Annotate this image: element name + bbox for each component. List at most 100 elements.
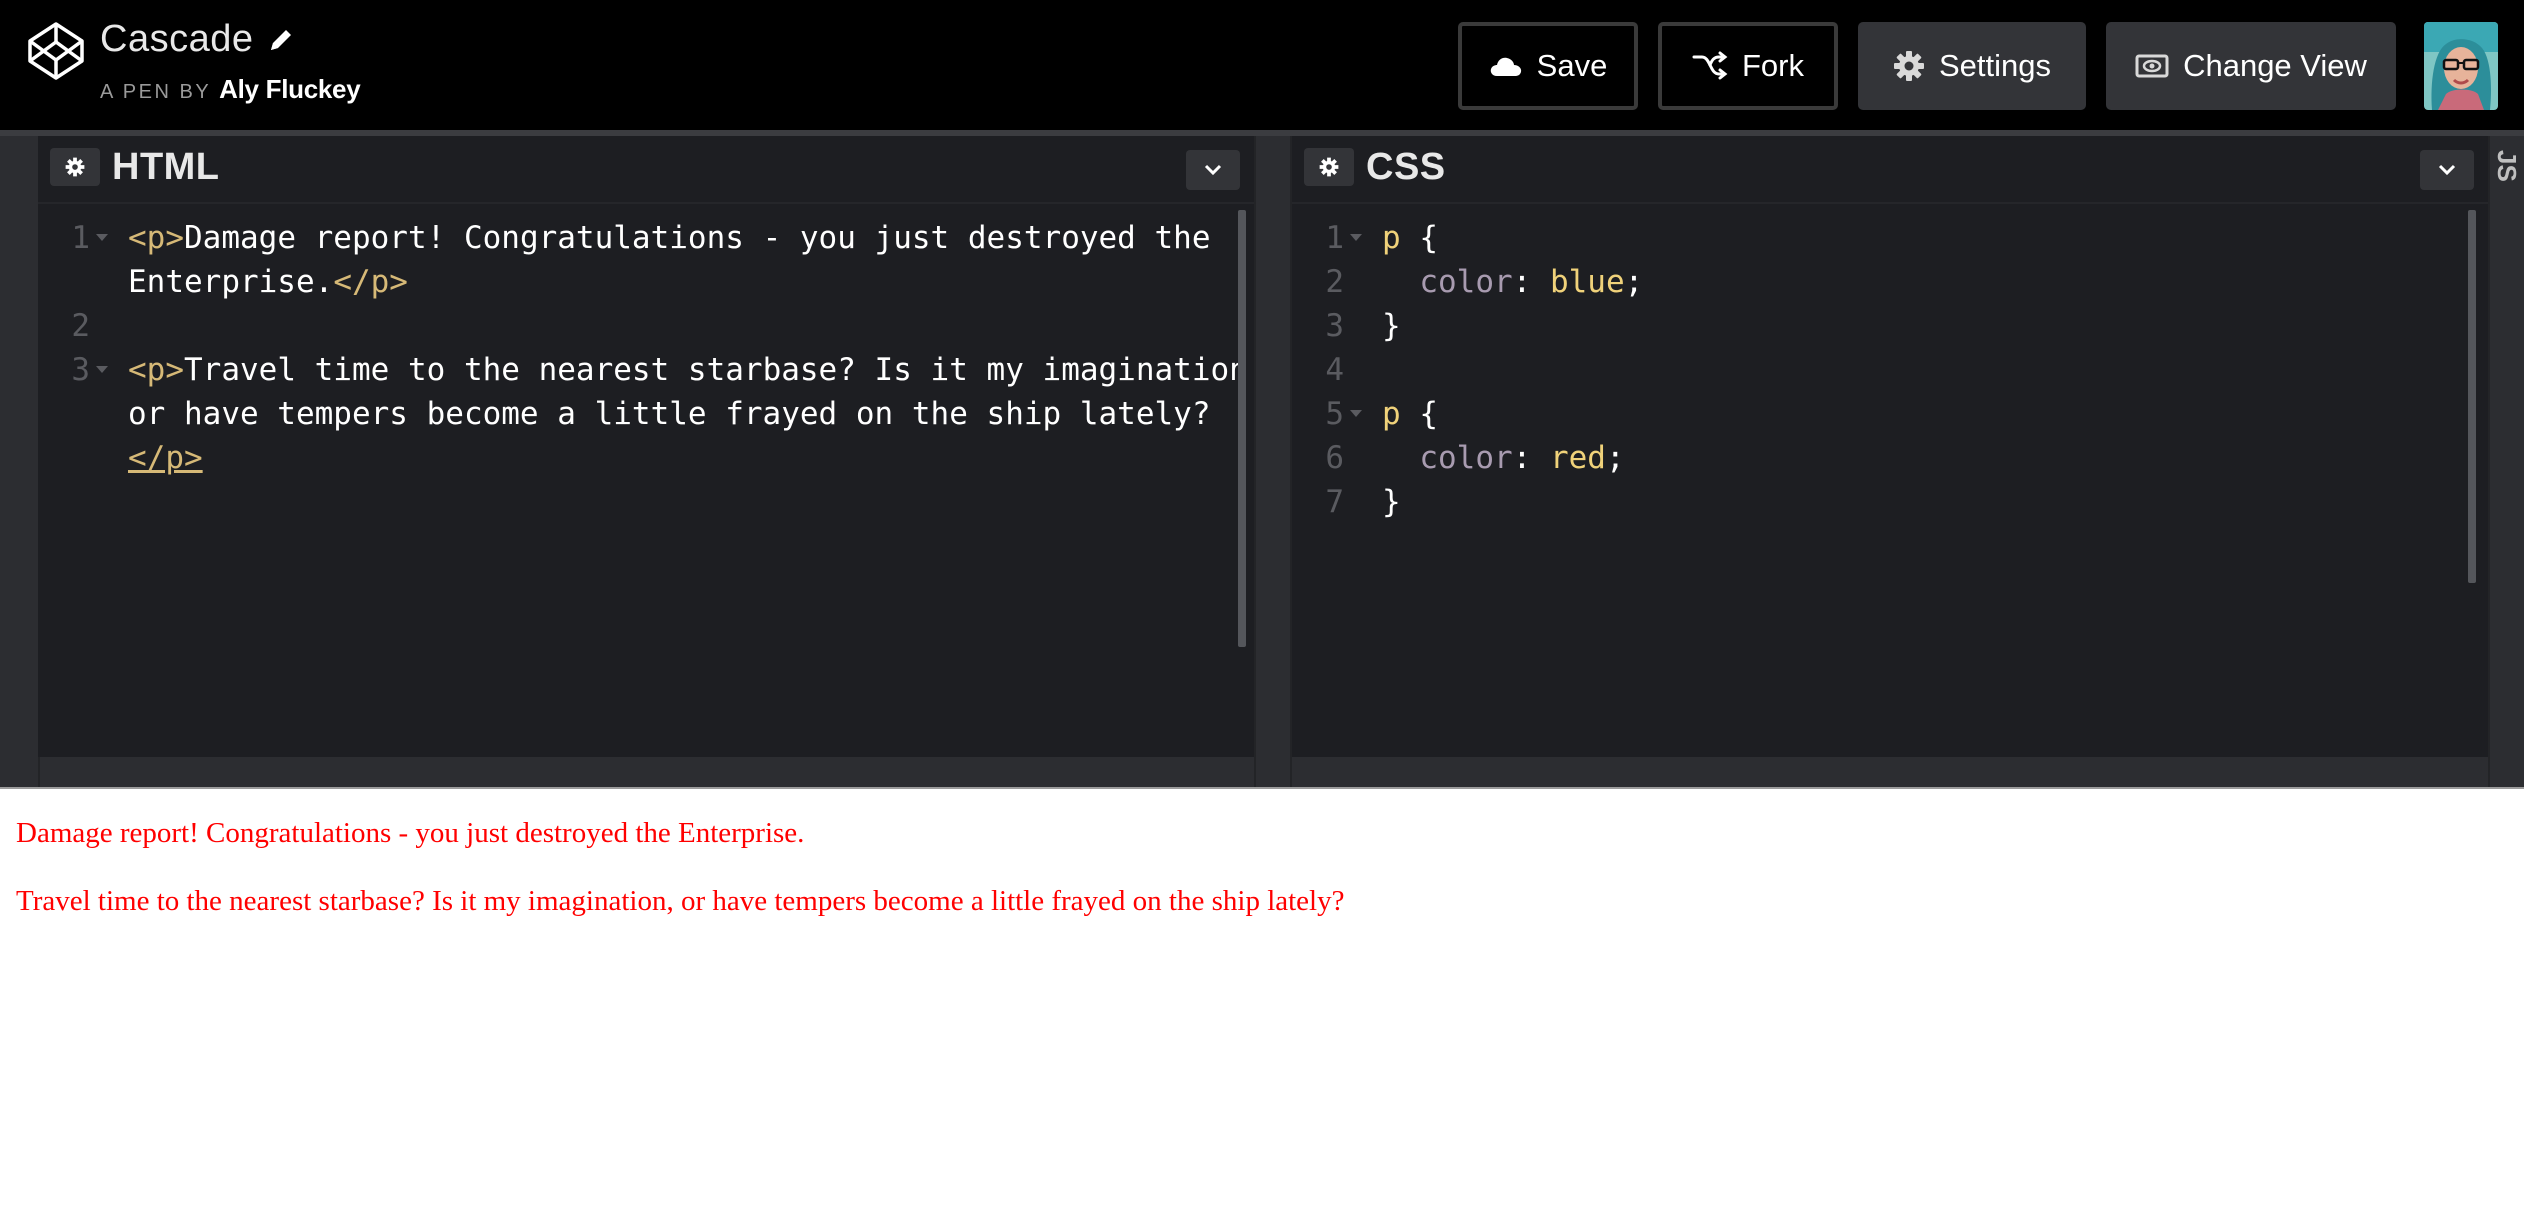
fork-icon xyxy=(1692,51,1728,80)
css-code-line: 5 p { xyxy=(1292,392,2488,436)
fold-arrow-icon[interactable] xyxy=(1350,234,1362,241)
css-scrollbar[interactable] xyxy=(2468,210,2476,583)
css-settings-button[interactable] xyxy=(1304,148,1354,186)
code-token: } xyxy=(1382,484,1401,520)
gear-icon xyxy=(1893,51,1924,81)
css-editor-pane: CSS 1p {2 color: blue; 3} 4 5 p {6 color: re… xyxy=(1292,136,2488,757)
html-code-line: Enterprise.</p> xyxy=(38,260,1254,304)
code-token: color xyxy=(1382,440,1513,476)
line-number: 1 xyxy=(1325,220,1344,256)
byline-prefix: A PEN BY xyxy=(100,81,212,103)
fork-label: Fork xyxy=(1742,48,1804,83)
fold-arrow-icon[interactable] xyxy=(96,366,108,373)
code-text: } xyxy=(1382,480,1401,524)
code-token: p xyxy=(1382,396,1401,432)
code-text: color: blue; xyxy=(1382,260,1643,304)
pen-title-row: Cascade xyxy=(100,18,295,61)
css-code-line: 3} xyxy=(1292,304,2488,348)
top-bar: Cascade A PEN BY Aly Fluckey Save Fork S… xyxy=(0,0,2524,130)
code-token: ; xyxy=(1624,264,1644,300)
css-code-line: 2 color: blue; xyxy=(1292,260,2488,304)
code-token: </p> xyxy=(333,264,408,300)
line-number: 3 xyxy=(1325,308,1344,344)
html-scrollbar[interactable] xyxy=(1238,210,1246,647)
code-token: Travel time to the nearest starbase? Is … xyxy=(184,352,1267,388)
code-text: or have tempers become a little frayed o… xyxy=(128,392,1211,436)
code-text: p { xyxy=(1382,392,1438,436)
line-number: 7 xyxy=(1325,484,1344,520)
settings-label: Settings xyxy=(1938,48,2051,83)
code-text: Enterprise.</p> xyxy=(128,260,408,304)
code-token: color xyxy=(1382,264,1513,300)
fold-arrow-icon[interactable] xyxy=(96,234,108,241)
code-token: : xyxy=(1512,440,1550,476)
cloud-icon xyxy=(1490,57,1521,76)
left-resize-handle[interactable] xyxy=(0,136,40,787)
js-editor-collapsed[interactable]: JS xyxy=(2488,136,2524,787)
css-code-line: 6 color: red; xyxy=(1292,436,2488,480)
code-text: p { xyxy=(1382,216,1438,260)
css-code-line: 1 p { xyxy=(1292,216,2488,260)
change-view-label: Change View xyxy=(2183,48,2367,83)
preview-paragraph-2: Travel time to the nearest starbase? Is … xyxy=(16,885,1345,917)
code-token: red xyxy=(1549,440,1606,476)
html-code-line: 3 <p>Travel time to the nearest starbase?… xyxy=(38,348,1266,392)
code-token: Enterprise. xyxy=(128,264,334,300)
code-token: : xyxy=(1512,264,1550,300)
line-number: 5 xyxy=(1325,396,1344,432)
code-token: p xyxy=(1382,220,1401,256)
editor-area: HTML 1 <p>Damage report! Congratulations … xyxy=(0,130,2524,925)
gear-icon xyxy=(1319,157,1339,177)
save-button[interactable]: Save xyxy=(1458,22,1638,110)
html-code-editor[interactable]: 1 <p>Damage report! Congratulations - you… xyxy=(38,216,1266,757)
code-token: <p> xyxy=(128,220,184,256)
code-token: } xyxy=(1382,308,1401,344)
html-pane-header: HTML xyxy=(38,136,1254,204)
line-number: 3 xyxy=(71,352,90,388)
code-token: { xyxy=(1400,396,1438,432)
chevron-down-icon xyxy=(1204,164,1222,176)
html-pane-title: HTML xyxy=(112,146,220,188)
codepen-logo-icon[interactable] xyxy=(25,20,87,82)
css-collapse-button[interactable] xyxy=(2420,150,2474,190)
fold-arrow-icon[interactable] xyxy=(1350,410,1362,417)
code-text: <p>Travel time to the nearest starbase? … xyxy=(128,348,1267,392)
author-name[interactable]: Aly Fluckey xyxy=(219,74,361,105)
js-pane-title: JS xyxy=(2492,150,2522,182)
pane-divider[interactable] xyxy=(1254,136,1292,787)
code-text: color: red; xyxy=(1382,436,1625,480)
fork-button[interactable]: Fork xyxy=(1658,22,1838,110)
code-token: Damage report! Congratulations - you jus… xyxy=(184,220,1211,256)
code-token: { xyxy=(1400,220,1438,256)
html-collapse-button[interactable] xyxy=(1186,150,1240,190)
settings-button[interactable]: Settings xyxy=(1858,22,2086,110)
pencil-icon[interactable] xyxy=(267,26,295,54)
html-settings-button[interactable] xyxy=(50,148,100,186)
result-preview: Damage report! Congratulations - you jus… xyxy=(0,787,2524,1212)
pen-title[interactable]: Cascade xyxy=(100,18,253,61)
css-code-editor[interactable]: 1p {2 color: blue; 3} 4 5 p {6 color: red; 7} xyxy=(1292,216,2488,757)
code-token: or have tempers become a little frayed o… xyxy=(128,396,1211,432)
line-number: 6 xyxy=(1325,440,1344,476)
eye-icon xyxy=(2135,54,2169,78)
html-editor-pane: HTML 1 <p>Damage report! Congratulations … xyxy=(38,136,1267,757)
save-label: Save xyxy=(1536,48,1608,83)
change-view-button[interactable]: Change View xyxy=(2106,22,2396,110)
code-token: ; xyxy=(1605,440,1625,476)
css-code-line: 4 xyxy=(1292,348,2488,392)
line-number: 2 xyxy=(71,308,90,344)
css-pane-title: CSS xyxy=(1366,146,1446,188)
user-avatar[interactable] xyxy=(2424,22,2498,110)
line-number: 2 xyxy=(1325,264,1344,300)
code-token: blue xyxy=(1549,264,1625,300)
preview-paragraph-1: Damage report! Congratulations - you jus… xyxy=(16,817,805,849)
line-number: 1 xyxy=(71,220,90,256)
line-number: 4 xyxy=(1325,352,1344,388)
code-token: <p> xyxy=(128,352,184,388)
code-token: </p> xyxy=(128,440,203,476)
chevron-down-icon xyxy=(2438,164,2456,176)
html-code-line: 2 xyxy=(38,304,1254,348)
html-code-line: 1 <p>Damage report! Congratulations - you… xyxy=(38,216,1254,260)
code-text: } xyxy=(1382,304,1401,348)
html-code-line: or have tempers become a little frayed o… xyxy=(38,392,1254,436)
